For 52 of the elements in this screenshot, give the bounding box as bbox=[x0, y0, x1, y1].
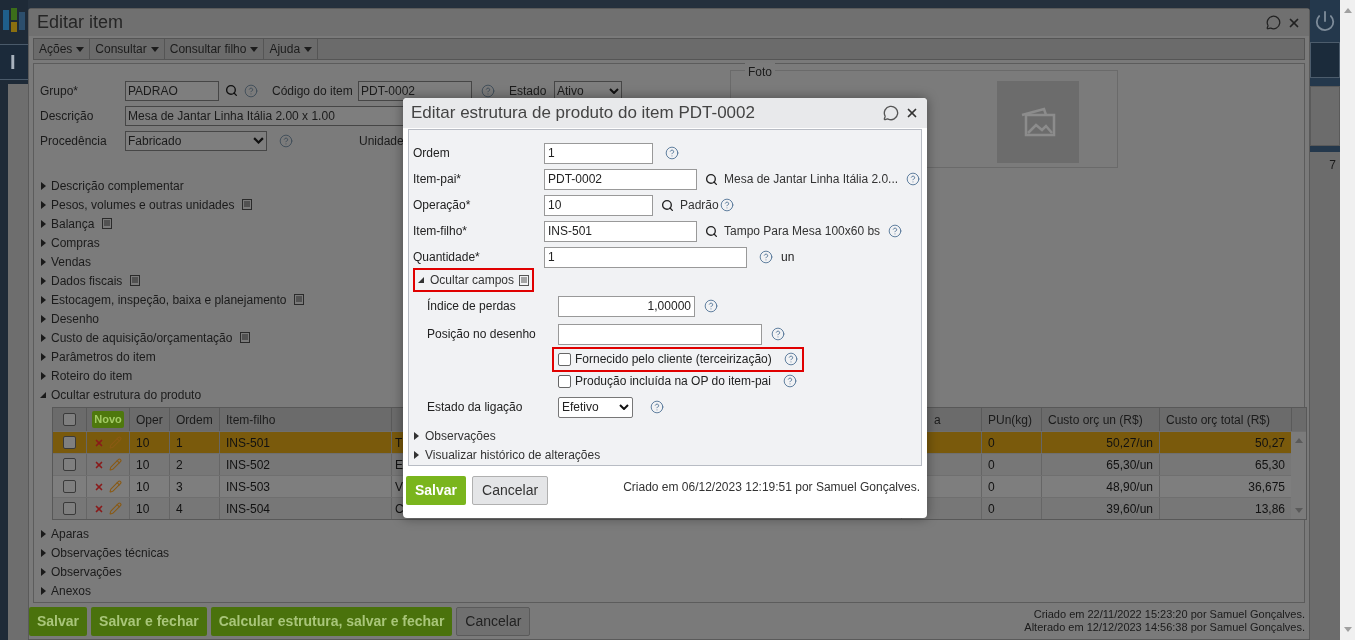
field-label: Item-pai* bbox=[413, 171, 463, 188]
field-label: Item-filho* bbox=[413, 223, 469, 240]
table-cell-text: 0 bbox=[988, 456, 995, 474]
table-cell-text: 4 bbox=[176, 500, 183, 518]
field-label: Estado da ligação bbox=[427, 399, 524, 416]
table-cell-text: INS-503 bbox=[226, 478, 271, 496]
table-cell-text: 36,675 bbox=[1248, 478, 1285, 496]
unit-label: un bbox=[781, 249, 795, 266]
table-cell-text: INS-502 bbox=[226, 456, 271, 474]
created-info: Criado em 22/11/2022 15:23:20 por Samuel Gonçalves. bbox=[1033, 608, 1305, 621]
table-cell-text: 65,30/un bbox=[1106, 456, 1153, 474]
table-cell-text: T bbox=[395, 434, 403, 452]
table-cell-text: 0 bbox=[988, 478, 995, 496]
table-cell-text: 0 bbox=[988, 434, 995, 452]
field-label: Quantidade* bbox=[413, 249, 481, 266]
table-cell-text: 10 bbox=[136, 434, 150, 452]
table-cell-text: INS-501 bbox=[226, 434, 271, 452]
created-info: Criado em 06/12/2023 12:19:51 por Samuel Gonçalves. bbox=[623, 479, 921, 496]
field-label: Ordem bbox=[413, 145, 451, 162]
table-cell-text: 0 bbox=[988, 500, 995, 518]
field-label: Código do item bbox=[272, 82, 354, 100]
window-title: Editar item bbox=[37, 11, 124, 34]
table-cell-text: 48,90/un bbox=[1106, 478, 1153, 496]
field-label: Operação* bbox=[413, 197, 472, 214]
field-label: Índice de perdas bbox=[427, 297, 517, 315]
table-cell-text: 1 bbox=[176, 434, 183, 452]
table-cell-text: 10 bbox=[136, 500, 150, 518]
table-cell-text: 10 bbox=[136, 456, 150, 474]
table-cell-text: E bbox=[395, 456, 403, 474]
field-label: Descrição bbox=[40, 107, 95, 125]
table-cell-text: 65,30 bbox=[1254, 456, 1285, 474]
lookup-description: Tampo Para Mesa 100x60 bs bbox=[724, 223, 881, 240]
app-header-text: I bbox=[10, 50, 16, 75]
field-label: Posição no desenho bbox=[427, 326, 537, 343]
table-cell-text: 3 bbox=[176, 478, 183, 496]
table-cell-text: 39,60/un bbox=[1106, 500, 1153, 518]
field-label: Procedência bbox=[40, 132, 108, 150]
table-cell-text: 50,27/un bbox=[1106, 434, 1153, 452]
field-label: Estado bbox=[509, 82, 548, 100]
lookup-description: Padrão bbox=[680, 197, 719, 214]
table-cell-text: 13,86 bbox=[1254, 500, 1285, 518]
counter-text: 7 bbox=[1329, 157, 1336, 174]
table-cell-text: 50,27 bbox=[1254, 434, 1285, 452]
table-cell-text: 10 bbox=[136, 478, 150, 496]
table-cell-text: 2 bbox=[176, 456, 183, 474]
table-cell-text: C bbox=[395, 500, 404, 518]
table-cell-text: INS-504 bbox=[226, 500, 271, 518]
field-label: Unidade bbox=[359, 132, 404, 150]
table-cell-text: V bbox=[395, 478, 403, 496]
field-label: Grupo* bbox=[40, 82, 80, 100]
modified-info: Alterado em 12/12/2023 14:56:38 por Samuel Gonçalves. bbox=[1024, 621, 1305, 634]
lookup-description: Mesa de Jantar Linha Itália 2.0... bbox=[724, 171, 899, 188]
